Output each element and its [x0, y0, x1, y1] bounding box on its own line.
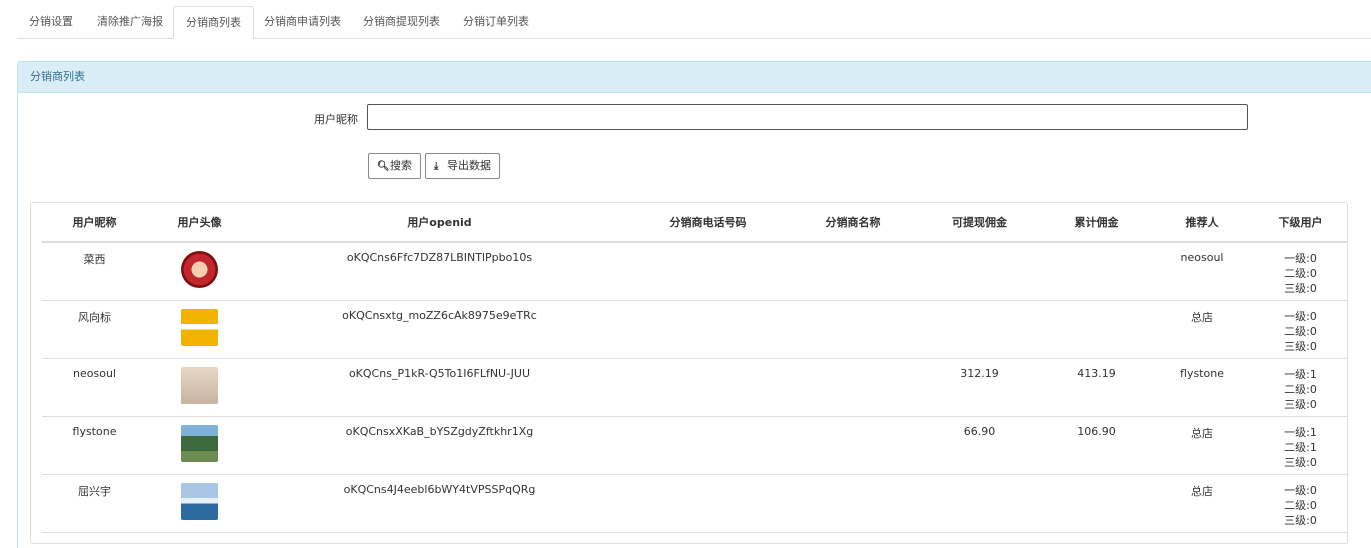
cell-phone [627, 242, 789, 301]
level-2: 二级:1 [1284, 440, 1317, 454]
cell-avatar [147, 300, 252, 359]
level-1: 一级:1 [1284, 425, 1317, 439]
level-2: 二级:0 [1284, 324, 1317, 338]
cell-withdrawable: 66.90 [917, 416, 1042, 475]
cell-referrer: 总店 [1151, 300, 1253, 359]
table-header-row: 用户昵称 用户头像 用户openid 分销商电话号码 分销商名称 可提现佣金 累… [42, 203, 1348, 243]
level-2: 二级:0 [1284, 498, 1317, 512]
level-3: 三级:0 [1284, 282, 1317, 295]
level-3: 三级:0 [1284, 513, 1317, 527]
search-button-label: 搜索 [390, 159, 412, 172]
level-3: 三级:0 [1284, 397, 1317, 411]
level-3: 三级:0 [1284, 339, 1317, 353]
cell-nickname: 风向标 [42, 300, 147, 359]
level-2: 二级:0 [1284, 382, 1317, 396]
tab-distributor-applications[interactable]: 分销商申请列表 [252, 6, 353, 39]
cell-subordinates: 一级:0 二级:0 三级:0 [1253, 242, 1348, 301]
avatar [181, 424, 218, 462]
cell-openid: oKQCns_P1kR-Q5To1I6FLfNU-JUU [252, 358, 627, 417]
avatar [181, 366, 218, 404]
cell-total-commission [1042, 474, 1151, 533]
cell-openid: oKQCnsxXKaB_bYSZgdyZftkhr1Xg [252, 416, 627, 475]
cell-openid: oKQCns4J4eebl6bWY4tVPSSPqQRg [252, 474, 627, 533]
distributor-table: 用户昵称 用户头像 用户openid 分销商电话号码 分销商名称 可提现佣金 累… [42, 203, 1348, 533]
header-distributor-name: 分销商名称 [789, 203, 917, 243]
cell-openid: oKQCns6Ffc7DZ87LBINTlPpbo10s [252, 242, 627, 301]
table-row: 屈兴宇 oKQCns4J4eebl6bWY4tVPSSPqQRg 总店 一级:0… [42, 474, 1348, 533]
tab-distributor-withdrawals[interactable]: 分销商提现列表 [351, 6, 452, 39]
cell-phone [627, 474, 789, 533]
header-subordinates: 下级用户 [1253, 203, 1348, 243]
cell-avatar [147, 358, 252, 417]
cell-nickname: neosoul [42, 358, 147, 417]
level-1: 一级:0 [1284, 483, 1317, 497]
header-openid: 用户openid [252, 203, 627, 243]
cell-distributor-name [789, 358, 917, 417]
cell-referrer: flystone [1151, 358, 1253, 417]
header-total-commission: 累计佣金 [1042, 203, 1151, 243]
table-row: 菜西 oKQCns6Ffc7DZ87LBINTlPpbo10s neosoul … [42, 242, 1348, 301]
cell-nickname: flystone [42, 416, 147, 475]
cell-avatar [147, 474, 252, 533]
cell-avatar [147, 416, 252, 475]
cell-withdrawable [917, 300, 1042, 359]
cell-phone [627, 416, 789, 475]
avatar [181, 308, 218, 346]
cell-phone [627, 358, 789, 417]
header-avatar: 用户头像 [147, 203, 252, 243]
table-row: flystone oKQCnsxXKaB_bYSZgdyZftkhr1Xg 66… [42, 416, 1348, 475]
nickname-label: 用户昵称 [314, 113, 358, 126]
panel-title: 分销商列表 [18, 62, 1371, 93]
level-3: 三级:0 [1284, 455, 1317, 469]
download-icon: ⤓ [434, 161, 439, 172]
distributor-panel: 分销商列表 用户昵称 🔍︎搜索 ⤓ 导出数据 用户昵称 用户头像 用户openid… [17, 61, 1371, 548]
cell-openid: oKQCnsxtg_moZZ6cAk8975e9eTRc [252, 300, 627, 359]
header-referrer: 推荐人 [1151, 203, 1253, 243]
cell-distributor-name [789, 242, 917, 301]
cell-withdrawable: 312.19 [917, 358, 1042, 417]
level-1: 一级:1 [1284, 367, 1317, 381]
cell-distributor-name [789, 300, 917, 359]
table-row: neosoul oKQCns_P1kR-Q5To1I6FLfNU-JUU 312… [42, 358, 1348, 417]
level-2: 二级:0 [1284, 267, 1317, 280]
cell-subordinates: 一级:1 二级:0 三级:0 [1253, 358, 1348, 417]
cell-total-commission: 413.19 [1042, 358, 1151, 417]
level-1: 一级:0 [1284, 252, 1317, 265]
header-phone: 分销商电话号码 [627, 203, 789, 243]
avatar [181, 251, 218, 288]
cell-referrer: neosoul [1151, 242, 1253, 301]
tab-distributor-list[interactable]: 分销商列表 [173, 6, 254, 39]
tab-distribution-orders[interactable]: 分销订单列表 [451, 6, 541, 39]
cell-distributor-name [789, 416, 917, 475]
cell-subordinates: 一级:0 二级:0 三级:0 [1253, 474, 1348, 533]
cell-distributor-name [789, 474, 917, 533]
search-button[interactable]: 🔍︎搜索 [368, 153, 421, 179]
cell-withdrawable [917, 474, 1042, 533]
header-withdrawable: 可提现佣金 [917, 203, 1042, 243]
cell-subordinates: 一级:1 二级:1 三级:0 [1253, 416, 1348, 475]
cell-total-commission: 106.90 [1042, 416, 1151, 475]
cell-subordinates: 一级:0 二级:0 三级:0 [1253, 300, 1348, 359]
export-button[interactable]: ⤓ 导出数据 [425, 153, 500, 179]
cell-avatar [147, 242, 252, 301]
cell-total-commission [1042, 300, 1151, 359]
cell-phone [627, 300, 789, 359]
cell-referrer: 总店 [1151, 474, 1253, 533]
tab-clear-posters[interactable]: 清除推广海报 [85, 6, 175, 39]
export-button-label: 导出数据 [447, 159, 491, 172]
cell-referrer: 总店 [1151, 416, 1253, 475]
tab-distribution-settings[interactable]: 分销设置 [17, 6, 85, 39]
cell-total-commission [1042, 242, 1151, 301]
distributor-table-container: 用户昵称 用户头像 用户openid 分销商电话号码 分销商名称 可提现佣金 累… [30, 202, 1348, 544]
table-row: 风向标 oKQCnsxtg_moZZ6cAk8975e9eTRc 总店 一级:0… [42, 300, 1348, 359]
cell-nickname: 菜西 [42, 242, 147, 301]
cell-nickname: 屈兴宇 [42, 474, 147, 533]
search-icon: 🔍︎ [377, 161, 390, 172]
nickname-search-input[interactable] [367, 104, 1248, 130]
cell-withdrawable [917, 242, 1042, 301]
header-nickname: 用户昵称 [42, 203, 147, 243]
level-1: 一级:0 [1284, 309, 1317, 323]
avatar [181, 482, 218, 520]
tab-bar: 分销设置 清除推广海报 分销商列表 分销商申请列表 分销商提现列表 分销订单列表 [17, 6, 1371, 39]
